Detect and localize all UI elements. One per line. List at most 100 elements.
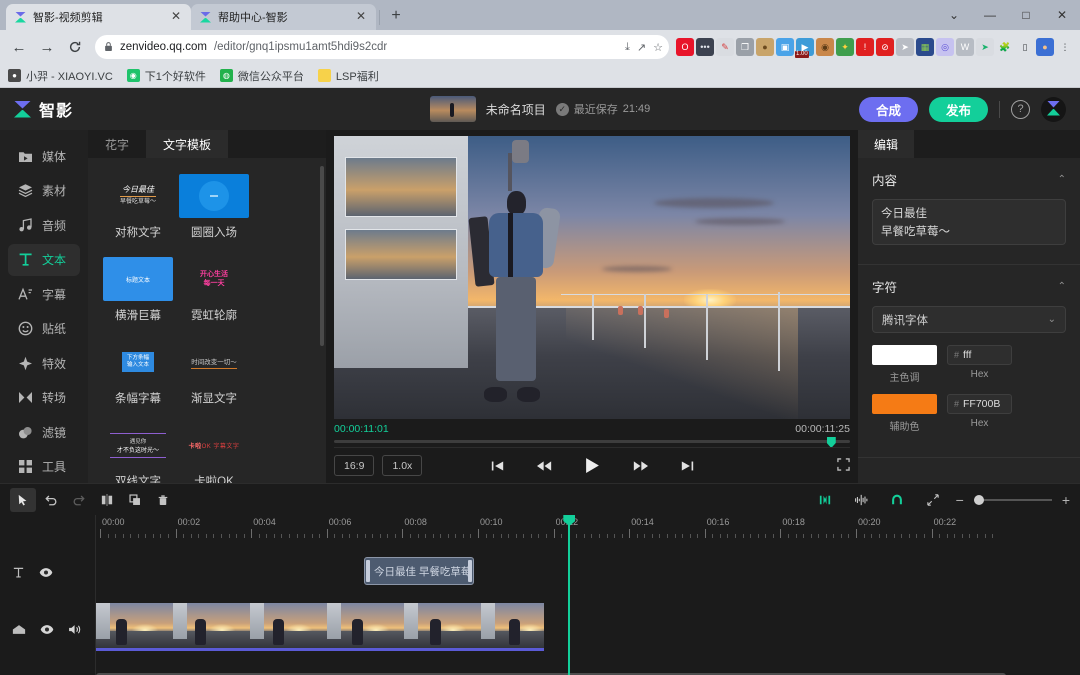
sidebar-item-4[interactable]: 文本 — [8, 243, 80, 276]
chevron-up-icon[interactable]: ⌃ — [1058, 281, 1066, 292]
fast-forward-button[interactable] — [633, 460, 648, 472]
template-item[interactable]: 时间改变一切～ 渐显文字 — [179, 340, 249, 406]
sidebar-item-2[interactable]: 素材 — [8, 175, 80, 208]
trim-edges-button[interactable] — [812, 488, 838, 512]
puzzle-extensions-icon[interactable]: 🧩 — [996, 38, 1014, 56]
close-window-button[interactable]: ✕ — [1044, 1, 1080, 29]
copy-ext-icon[interactable]: ❐ — [736, 38, 754, 56]
compose-button[interactable]: 合成 — [858, 96, 918, 122]
secondary-hex-input[interactable]: # FF700B — [947, 394, 1012, 414]
block-ext-icon[interactable]: ⊘ — [876, 38, 894, 56]
template-tab-1[interactable]: 花字 — [88, 130, 146, 158]
pen-ext-icon[interactable]: ✎ — [716, 38, 734, 56]
timeline-scroll-area[interactable]: 00:0000:0200:0400:0600:0800:1000:1200:14… — [96, 515, 1080, 675]
text-clip[interactable]: 今日最佳 早餐吃草莓 — [364, 557, 474, 585]
loop-ext-icon[interactable]: ◎ — [936, 38, 954, 56]
select-tool-button[interactable] — [10, 487, 36, 512]
audio-wave-button[interactable] — [848, 488, 874, 512]
template-item[interactable]: 圆圈入场 — [179, 174, 249, 240]
tab-edit[interactable]: 编辑 — [858, 130, 915, 158]
bookmark-item[interactable]: ◍ 微信公众平台 — [219, 68, 304, 84]
help-icon[interactable]: ? — [1011, 99, 1030, 119]
share-icon[interactable]: ↗ — [637, 41, 646, 54]
sidebar-item-9[interactable]: 滤镜 — [8, 416, 80, 449]
dots-ext-icon[interactable]: ••• — [696, 38, 714, 56]
playback-speed-button[interactable]: 1.0x — [382, 455, 423, 476]
bookmark-star-icon[interactable]: ☆ — [653, 41, 663, 54]
alert-ext-icon[interactable]: ! — [856, 38, 874, 56]
parrot-ext-icon[interactable]: ✦ — [836, 38, 854, 56]
template-tab-2[interactable]: 文字模板 — [146, 130, 229, 158]
video-canvas[interactable] — [334, 136, 850, 419]
delete-button[interactable] — [150, 488, 176, 512]
qr-ext-icon[interactable]: ▦ — [916, 38, 934, 56]
zoom-out-button[interactable]: − — [956, 492, 964, 508]
maximize-button[interactable]: □ — [1008, 1, 1044, 29]
clip-right-handle[interactable] — [468, 560, 472, 582]
scrubber-track[interactable] — [334, 440, 850, 443]
duplicate-button[interactable] — [122, 488, 148, 512]
bookmark-item[interactable]: ◉ 下1个好软件 — [126, 68, 206, 84]
reload-icon[interactable] — [62, 34, 88, 60]
speaker-icon[interactable] — [68, 624, 83, 635]
time-ruler[interactable]: 00:0000:0200:0400:0600:0800:1000:1200:14… — [96, 515, 1080, 541]
browser-tab-2[interactable]: 帮助中心-智影 ✕ — [191, 4, 376, 30]
fullscreen-icon[interactable] — [837, 457, 850, 474]
primary-color-swatch[interactable] — [872, 345, 937, 365]
sidebar-item-7[interactable]: 特效 — [8, 347, 80, 380]
tab-close-icon[interactable]: ✕ — [354, 10, 368, 24]
opera-ext-icon[interactable]: O — [676, 38, 694, 56]
chevron-up-icon[interactable]: ⌃ — [1058, 174, 1066, 185]
eye-icon[interactable] — [40, 624, 54, 635]
cursor-ext-icon[interactable]: ➤ — [896, 38, 914, 56]
redo-button[interactable] — [66, 488, 92, 512]
back-button[interactable]: ← — [6, 34, 32, 60]
profile-avatar-icon[interactable]: ● — [1036, 38, 1054, 56]
project-name[interactable]: 未命名项目 — [486, 101, 546, 118]
primary-hex-input[interactable]: # fff — [947, 345, 1012, 365]
undo-button[interactable] — [38, 488, 64, 512]
video-clip[interactable] — [96, 603, 544, 651]
chrome-menu-icon[interactable]: ⋮ — [1056, 38, 1074, 56]
secondary-color-swatch[interactable] — [872, 394, 937, 414]
side-panel-icon[interactable]: ▯ — [1016, 38, 1034, 56]
font-select[interactable]: 腾讯字体 ⌄ — [872, 306, 1066, 333]
minimize-button[interactable]: — — [972, 1, 1008, 29]
eye-icon[interactable] — [39, 567, 53, 578]
preview-scrubber[interactable] — [334, 437, 850, 448]
template-item[interactable]: 下方条幅 输入文本 条幅字幕 — [103, 340, 173, 406]
aspect-ratio-button[interactable]: 16:9 — [334, 455, 375, 476]
sidebar-item-1[interactable]: 媒体 — [8, 140, 80, 173]
bookmark-item[interactable]: LSP福利 — [317, 68, 379, 84]
template-item[interactable]: 标题文本 横滑巨幕 — [103, 257, 173, 323]
template-item[interactable]: 今日最佳 早餐吃草莓～ 对称文字 — [103, 174, 173, 240]
play-button[interactable] — [585, 457, 600, 474]
zoom-slider[interactable] — [973, 493, 1052, 507]
playhead[interactable] — [568, 515, 571, 675]
sidebar-item-5[interactable]: 字幕 — [8, 278, 80, 311]
template-item[interactable]: 卡啦OK 字幕文字 卡啦OK — [179, 423, 249, 484]
image-ext-icon[interactable]: ▣ — [776, 38, 794, 56]
app-logo[interactable]: 智影 — [14, 97, 73, 121]
clip-left-handle[interactable] — [366, 560, 370, 582]
address-bar[interactable]: zenvideo.qq.com/editor/gnq1ipsmu1amt5hdi… — [95, 35, 669, 59]
bear-ext-icon[interactable]: ◉ — [816, 38, 834, 56]
fit-timeline-button[interactable] — [920, 488, 946, 512]
jump-end-button[interactable] — [681, 460, 694, 472]
video-speed-ext-icon[interactable]: ▶ 1.00 — [795, 38, 814, 58]
downloader-ext-icon[interactable]: ➤ — [976, 38, 994, 56]
sidebar-item-8[interactable]: 转场 — [8, 382, 80, 415]
sidebar-item-3[interactable]: 音频 — [8, 209, 80, 242]
publish-button[interactable]: 发布 — [928, 96, 988, 122]
split-button[interactable] — [94, 488, 120, 512]
text-content-input[interactable] — [872, 199, 1066, 245]
new-tab-button[interactable]: + — [383, 3, 409, 29]
tab-search-button[interactable]: ⌄ — [936, 1, 972, 29]
install-app-icon[interactable]: ⤓ — [625, 41, 630, 54]
zoom-slider-knob[interactable] — [973, 494, 984, 505]
wappalyzer-ext-icon[interactable]: W — [956, 38, 974, 56]
cookie-ext-icon[interactable]: ● — [756, 38, 774, 56]
template-item[interactable]: 遇见你 才不负这时光～ 双线文字 — [103, 423, 173, 483]
tab-close-icon[interactable]: ✕ — [169, 10, 183, 24]
sidebar-item-6[interactable]: 贴纸 — [8, 313, 80, 346]
